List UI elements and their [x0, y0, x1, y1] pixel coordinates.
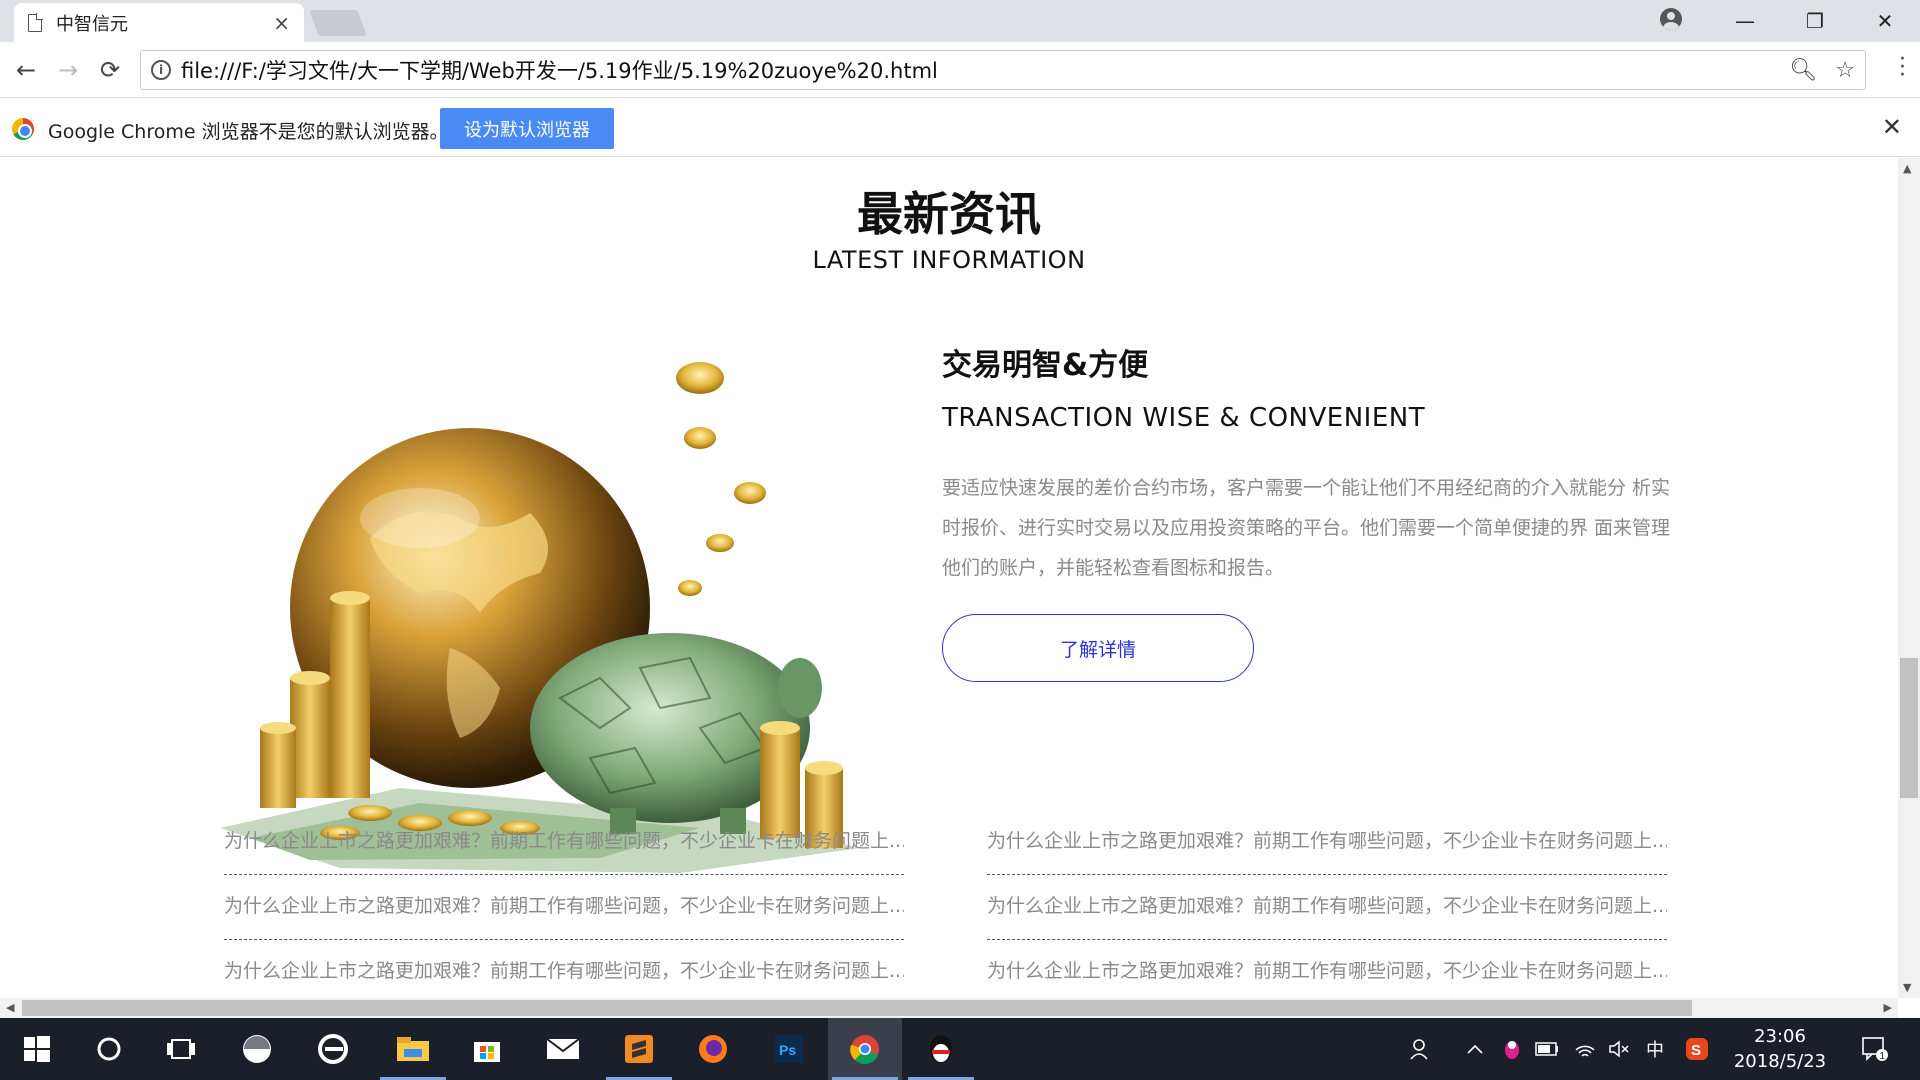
news-item[interactable]: 为什么企业上市之路更加艰难？前期工作有哪些问题，不少企业卡在财务问题上... [224, 810, 904, 875]
section-title: 最新资讯 [857, 187, 1041, 241]
news-list-right: 为什么企业上市之路更加艰难？前期工作有哪些问题，不少企业卡在财务问题上... 为… [987, 810, 1667, 998]
news-item[interactable]: 为什么企业上市之路更加艰难？前期工作有哪些问题，不少企业卡在财务问题上... [987, 940, 1667, 998]
news-list-left: 为什么企业上市之路更加艰难？前期工作有哪些问题，不少企业卡在财务问题上... 为… [224, 810, 904, 998]
sublime-icon[interactable] [602, 1018, 676, 1080]
battery-icon[interactable] [1532, 1018, 1562, 1080]
scroll-up-icon[interactable]: ▲ [1903, 162, 1911, 175]
mail-icon[interactable] [526, 1018, 600, 1080]
back-icon[interactable]: ← [10, 54, 42, 86]
zoom-icon[interactable]: 🔍︎ [1789, 58, 1817, 83]
feature-subheading: TRANSACTION WISE & CONVENIENT [942, 403, 1426, 433]
volume-muted-icon[interactable] [1604, 1018, 1634, 1080]
system-clock[interactable]: 23:06 2018/5/23 [1730, 1024, 1830, 1074]
page-viewport: 最新资讯 LATEST INFORMATION 交易明智&方便 TRANSACT… [0, 158, 1898, 998]
news-item[interactable]: 为什么企业上市之路更加艰难？前期工作有哪些问题，不少企业卡在财务问题上... [987, 875, 1667, 940]
tray-app-icon[interactable] [1498, 1018, 1526, 1080]
address-bar[interactable]: i file:///F:/学习文件/大一下学期/Web开发一/5.19作业/5.… [140, 50, 1866, 90]
news-item[interactable]: 为什么企业上市之路更加艰难？前期工作有哪些问题，不少企业卡在财务问题上... [224, 875, 904, 940]
feature-description: 要适应快速发展的差价合约市场，客户需要一个能让他们不用经纪商的介入就能分 析实时… [942, 477, 1671, 579]
svg-text:Ps: Ps [779, 1042, 796, 1058]
reload-icon[interactable]: ⟳ [94, 54, 126, 86]
photoshop-icon[interactable]: Ps [752, 1018, 826, 1080]
news-item[interactable]: 为什么企业上市之路更加艰难？前期工作有哪些问题，不少企业卡在财务问题上... [987, 810, 1667, 875]
tab-title: 中智信元 [56, 14, 128, 35]
forward-icon[interactable]: → [52, 54, 84, 86]
default-browser-infobar: Google Chrome 浏览器不是您的默认浏览器。 设为默认浏览器 ✕ [0, 99, 1920, 157]
wifi-icon[interactable] [1570, 1018, 1600, 1080]
horizontal-scrollbar[interactable]: ◀ ▶ [0, 998, 1898, 1018]
site-info-icon[interactable]: i [151, 60, 171, 80]
menu-icon[interactable]: · · · [1899, 49, 1906, 87]
action-center-icon[interactable]: 1 [1852, 1018, 1898, 1080]
notification-count: 1 [1880, 1051, 1886, 1062]
task-view-icon[interactable] [144, 1018, 218, 1080]
document-icon [28, 13, 43, 32]
tab-close-icon[interactable]: × [273, 11, 290, 35]
section-subtitle: LATEST INFORMATION [812, 246, 1086, 274]
close-window-icon[interactable]: ✕ [1850, 0, 1920, 42]
url-text[interactable]: file:///F:/学习文件/大一下学期/Web开发一/5.19作业/5.19… [181, 55, 1771, 85]
scroll-right-icon[interactable]: ▶ [1884, 1001, 1892, 1014]
clock-date: 2018/5/23 [1733, 1051, 1827, 1072]
people-icon[interactable] [1404, 1018, 1440, 1080]
new-tab-button[interactable] [309, 10, 367, 36]
minimize-icon[interactable]: — [1710, 0, 1780, 42]
infobar-close-icon[interactable]: ✕ [1882, 113, 1902, 141]
browser-tab[interactable]: 中智信元 × [14, 3, 304, 43]
set-default-browser-button[interactable]: 设为默认浏览器 [440, 108, 614, 149]
sogou-input-icon[interactable]: S [1680, 1018, 1714, 1080]
scroll-down-icon[interactable]: ▼ [1903, 981, 1911, 994]
bookmark-star-icon[interactable]: ☆ [1835, 58, 1855, 83]
chevron-up-icon[interactable] [1462, 1018, 1488, 1080]
vertical-scroll-thumb[interactable] [1900, 658, 1918, 798]
tab-strip: 中智信元 × — ❐ ✕ [0, 0, 1920, 43]
cortana-icon[interactable] [72, 1018, 146, 1080]
clock-time: 23:06 [1754, 1026, 1806, 1047]
restore-icon[interactable]: ❐ [1780, 0, 1850, 42]
learn-more-button[interactable]: 了解详情 [942, 614, 1254, 682]
chrome-icon[interactable] [828, 1018, 902, 1080]
horizontal-scroll-thumb[interactable] [22, 1000, 1692, 1016]
chrome-logo-icon [12, 118, 34, 140]
scroll-left-icon[interactable]: ◀ [6, 1001, 14, 1014]
globe-money-illustration [220, 362, 860, 873]
ime-indicator[interactable]: 中 [1640, 1018, 1670, 1080]
vertical-scrollbar[interactable]: ▲ ▼ [1898, 158, 1920, 998]
profile-icon[interactable] [1660, 8, 1682, 30]
store-icon[interactable] [450, 1018, 524, 1080]
svg-text:S: S [1691, 1042, 1701, 1059]
firefox-icon[interactable] [676, 1018, 750, 1080]
browser-toolbar: ← → ⟳ i file:///F:/学习文件/大一下学期/Web开发一/5.1… [0, 42, 1920, 98]
edge-icon[interactable] [296, 1018, 370, 1080]
qq-icon[interactable] [904, 1018, 978, 1080]
window-controls: — ❐ ✕ [1710, 0, 1920, 42]
pinwheel-app-icon[interactable] [220, 1018, 294, 1080]
windows-taskbar: Ps 中 S 23:06 2018/5/23 1 [0, 1018, 1920, 1080]
news-item[interactable]: 为什么企业上市之路更加艰难？前期工作有哪些问题，不少企业卡在财务问题上... [224, 940, 904, 998]
feature-heading: 交易明智&方便 [942, 348, 1149, 383]
file-explorer-icon[interactable] [376, 1018, 450, 1080]
infobar-message: Google Chrome 浏览器不是您的默认浏览器。 [48, 121, 449, 143]
start-icon[interactable] [0, 1018, 74, 1080]
